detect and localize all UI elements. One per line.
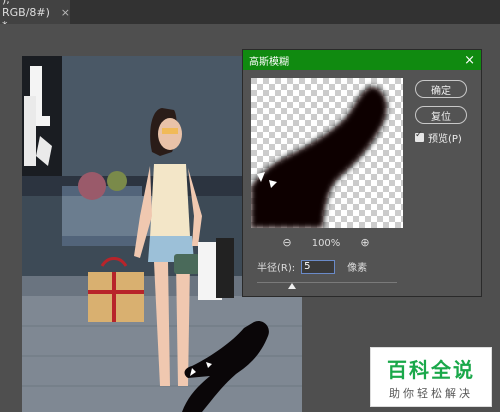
radius-slider-track[interactable] xyxy=(257,282,397,283)
preview-image xyxy=(251,78,403,228)
zoom-in-icon[interactable]: ⊕ xyxy=(359,237,371,249)
watermark-title: 百科全说 xyxy=(387,357,475,382)
gaussian-blur-dialog: 高斯模糊 × 确定 复位 预览(P) ⊖ 1 xyxy=(242,49,482,297)
tab-close-icon[interactable]: × xyxy=(61,6,70,19)
radius-input[interactable]: 5 xyxy=(301,259,336,274)
zoom-controls: ⊖ 100% ⊕ xyxy=(281,237,371,249)
radius-label: 半径(R): xyxy=(257,263,296,274)
reset-button[interactable]: 复位 xyxy=(415,106,467,124)
ok-button[interactable]: 确定 xyxy=(415,80,467,98)
radius-slider-handle[interactable] xyxy=(288,283,296,289)
preview-checkbox[interactable]: 预览(P) xyxy=(415,130,462,145)
preview-checkbox-label: 预览(P) xyxy=(428,134,462,145)
zoom-out-icon[interactable]: ⊖ xyxy=(281,237,293,249)
watermark-logo: 百科全说 助你轻松解决 xyxy=(370,347,492,407)
watermark-subtitle: 助你轻松解决 xyxy=(389,386,473,400)
zoom-level: 100% xyxy=(311,237,341,249)
document-tab-bar: ), RGB/8#) * × xyxy=(0,0,500,32)
dialog-title: 高斯模糊 xyxy=(249,56,289,68)
document-tab[interactable]: ), RGB/8#) * × xyxy=(0,0,70,32)
checkbox-checked-icon[interactable] xyxy=(415,130,424,142)
dialog-close-icon[interactable]: × xyxy=(464,53,475,68)
radius-unit: 像素 xyxy=(347,263,368,274)
radius-row: 半径(R): 5 像素 xyxy=(257,259,367,274)
dialog-titlebar[interactable]: 高斯模糊 × xyxy=(243,50,481,70)
blur-preview[interactable] xyxy=(251,78,403,228)
